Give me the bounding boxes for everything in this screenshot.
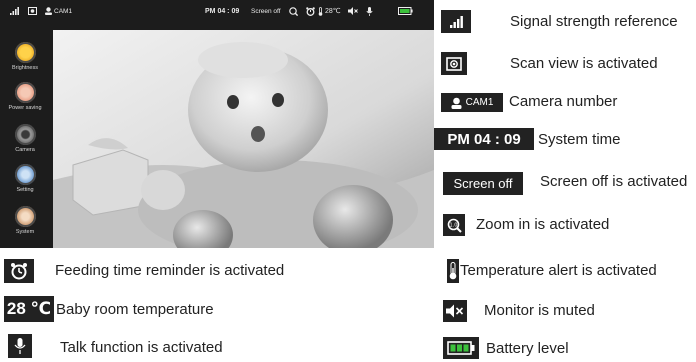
speaker-muted-icon[interactable] [348, 0, 358, 22]
svg-text:1.0: 1.0 [449, 222, 457, 228]
sidebar-item-camera[interactable]: Camera [0, 124, 50, 153]
microphone-icon[interactable] [366, 0, 373, 22]
battery-icon [443, 337, 479, 359]
sidebar-item-label: Setting [16, 187, 34, 193]
camera-feed [53, 30, 434, 248]
legend-text: System time [538, 131, 621, 148]
thermometer-icon [447, 259, 459, 283]
sidebar-item-power-saving[interactable]: Power saving [0, 82, 50, 111]
setting-icon [14, 164, 36, 185]
thermometer-icon [318, 6, 323, 16]
sidebar-item-setting[interactable]: Setting [0, 164, 50, 193]
alarm-clock-icon [306, 0, 315, 22]
camera-user-icon [451, 97, 462, 109]
legend-text: Temperature alert is activated [460, 262, 657, 279]
battery-icon [398, 0, 413, 22]
sidebar-item-label: Camera [15, 147, 35, 153]
status-bar: CAM1 PM 04 : 09 Screen off 28℃ [0, 0, 434, 22]
camera-label: CAM1 [54, 7, 73, 15]
sidebar-item-label: Brightness [12, 65, 38, 71]
zoom-icon: 1.0 [443, 214, 465, 236]
sidebar-item-brightness[interactable]: Brightness [0, 42, 50, 71]
legend-text: Baby room temperature [56, 301, 214, 318]
brightness-icon [14, 42, 36, 63]
zoom-icon[interactable] [289, 0, 298, 22]
temperature-chip: 28 ℃ [4, 296, 54, 322]
camera-number-chip: CAM1 [441, 93, 503, 112]
sidebar-item-label: System [15, 229, 35, 235]
baby-photo [53, 30, 434, 248]
legend-text: Monitor is muted [484, 302, 595, 319]
legend-text: Scan view is activated [510, 55, 658, 72]
monitor-screen: CAM1 PM 04 : 09 Screen off 28℃ Brightnes… [0, 0, 434, 248]
sidebar-item-label: Power saving [8, 105, 42, 111]
legend-text: Signal strength reference [510, 13, 678, 30]
scan-view-icon [441, 52, 467, 75]
power-saving-icon [14, 82, 36, 103]
camera-user-icon [45, 7, 52, 15]
sidebar-item-system[interactable]: System [0, 206, 50, 235]
legend-text: Battery level [486, 340, 569, 357]
sidebar: Brightness Power saving Camera Setting S… [0, 22, 50, 248]
camera-number[interactable]: CAM1 [45, 0, 72, 22]
legend-text: Feeding time reminder is activated [55, 262, 285, 279]
system-time: PM 04 : 09 [205, 7, 240, 15]
signal-icon [10, 0, 19, 22]
camera-chip-label: CAM1 [465, 97, 494, 108]
legend-text: Zoom in is activated [476, 216, 610, 233]
legend-text: Camera number [509, 93, 618, 110]
legend-text: Talk function is activated [60, 339, 223, 356]
screen-off-button[interactable]: Screen off [251, 0, 281, 22]
temperature-value: 28℃ [325, 8, 341, 15]
temperature-readout: 28℃ [318, 0, 341, 22]
scan-view-icon[interactable] [28, 0, 37, 22]
time-chip: PM 04 : 09 [434, 128, 534, 150]
alarm-clock-icon [4, 259, 34, 283]
system-icon [14, 206, 36, 227]
microphone-icon [8, 334, 32, 358]
screen-off-chip: Screen off [443, 172, 523, 195]
legend-text: Screen off is activated [540, 173, 688, 190]
camera-icon [14, 124, 36, 145]
speaker-muted-icon [443, 300, 467, 322]
signal-icon [441, 10, 471, 33]
